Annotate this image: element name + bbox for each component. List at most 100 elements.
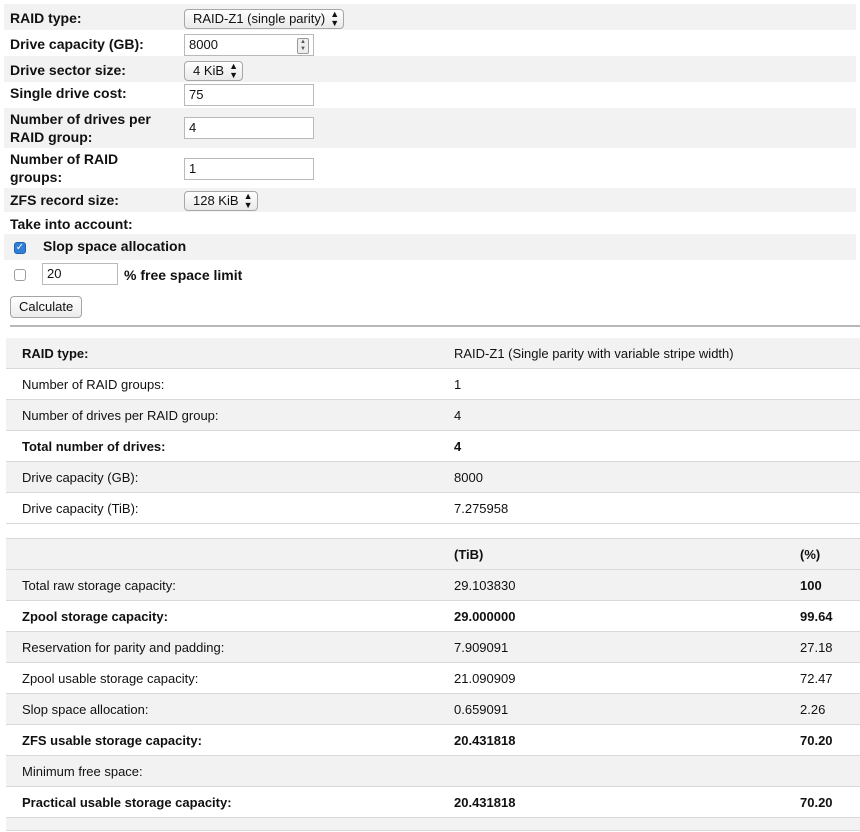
free-space-input[interactable]: 20 <box>42 263 118 285</box>
row-label: Minimum free space: <box>22 764 143 779</box>
take-into-account-row: Take into account: <box>4 212 856 234</box>
table-row: Practical usable storage capacity: 20.431… <box>6 787 860 818</box>
table-row: Total number of drives: 4 <box>6 431 860 462</box>
drives-per-group-label: Number of drives per RAID group: <box>10 111 151 145</box>
table-row: Reservation for parity and padding: 7.909… <box>6 632 860 663</box>
pct-header: (%) <box>800 547 821 562</box>
row-label: Zpool storage capacity: <box>22 609 168 624</box>
table-row: RAID type: RAID-Z1 (Single parity with va… <box>6 338 860 369</box>
raid-groups-input[interactable]: 1 <box>184 158 314 180</box>
table-row: Slop space allocation: 0.659091 2.26 <box>6 694 860 725</box>
row-tib: 7.909091 <box>454 640 509 655</box>
row-label: ZFS usable storage capacity: <box>22 733 202 748</box>
drives-per-group-input[interactable]: 4 <box>184 117 314 139</box>
end-spacer-row <box>6 818 860 831</box>
free-space-label: % free space limit <box>124 267 243 283</box>
row-tib: 21.090909 <box>454 671 516 686</box>
table-row: Zpool usable storage capacity: 21.090909 7… <box>6 663 860 694</box>
capacity-header-row: (TiB) (%) <box>6 539 860 570</box>
drive-capacity-value: 8000 <box>189 37 218 52</box>
row-tib: 0.659091 <box>454 702 509 717</box>
row-label: Drive capacity (TiB): <box>22 501 139 516</box>
stepper-icon[interactable]: ▲ ▼ <box>297 38 309 54</box>
row-pct: 27.18 <box>800 640 833 655</box>
table-row: Number of RAID groups: 1 <box>6 369 860 400</box>
slop-row: ✓ Slop space allocation <box>4 234 856 260</box>
sector-size-value: 4 KiB <box>193 63 225 78</box>
table-row: Drive capacity (TiB): 7.275958 <box>6 493 860 524</box>
row-label: Number of drives per RAID group: <box>22 408 219 423</box>
row-label: Number of RAID groups: <box>22 377 165 392</box>
select-arrows-icon: ▲ ▼ <box>229 61 239 80</box>
results-table: RAID type: RAID-Z1 (Single parity with va… <box>6 338 860 831</box>
row-pct: 2.26 <box>800 702 826 717</box>
select-arrows-icon: ▲ ▼ <box>243 191 253 210</box>
tib-header: (TiB) <box>454 547 484 562</box>
divider <box>10 325 860 327</box>
row-value: 4 <box>454 408 462 423</box>
raid-groups-label: Number of RAID groups: <box>10 151 119 185</box>
take-into-account-label: Take into account: <box>10 216 133 232</box>
row-tib: 29.000000 <box>454 609 516 624</box>
raid-calculator-form: RAID type: RAID-Z1 (single parity) ▲ ▼ Dr… <box>4 4 856 322</box>
row-value: RAID-Z1 (Single parity with variable str… <box>454 346 734 361</box>
drive-cost-row: Single drive cost: 75 <box>4 82 856 108</box>
row-label: Drive capacity (GB): <box>22 470 139 485</box>
table-row: ZFS usable storage capacity: 20.431818 70.… <box>6 725 860 756</box>
spacer-row <box>6 524 860 539</box>
row-pct: 70.20 <box>800 795 833 810</box>
table-row: Minimum free space: <box>6 756 860 787</box>
sector-size-select[interactable]: 4 KiB ▲ ▼ <box>184 61 244 81</box>
record-size-label: ZFS record size: <box>10 192 119 208</box>
slop-label: Slop space allocation <box>43 238 187 254</box>
raid-type-row: RAID type: RAID-Z1 (single parity) ▲ ▼ <box>4 4 856 30</box>
row-value: 4 <box>454 439 462 454</box>
drive-cost-label: Single drive cost: <box>10 85 127 101</box>
drive-capacity-row: Drive capacity (GB): 8000 ▲ ▼ <box>4 30 856 56</box>
row-pct: 99.64 <box>800 609 833 624</box>
sector-size-row: Drive sector size: 4 KiB ▲ ▼ <box>4 56 856 82</box>
raid-type-value: RAID-Z1 (single parity) <box>193 11 326 26</box>
row-pct: 72.47 <box>800 671 833 686</box>
row-value: 7.275958 <box>454 501 509 516</box>
row-label: Total raw storage capacity: <box>22 578 176 593</box>
row-pct: 100 <box>800 578 822 593</box>
record-size-value: 128 KiB <box>193 193 239 208</box>
free-space-checkbox[interactable] <box>14 269 26 281</box>
free-space-value: 20 <box>47 266 62 281</box>
row-tib: 29.103830 <box>454 578 516 593</box>
raid-groups-row: Number of RAID groups: 1 <box>4 148 856 188</box>
raid-type-label: RAID type: <box>10 10 82 26</box>
drive-cost-input[interactable]: 75 <box>184 84 314 106</box>
record-size-row: ZFS record size: 128 KiB ▲ ▼ <box>4 188 856 212</box>
drive-capacity-input[interactable]: 8000 ▲ ▼ <box>184 34 314 56</box>
row-label: Practical usable storage capacity: <box>22 795 232 810</box>
drives-per-group-value: 4 <box>189 120 197 135</box>
select-arrows-icon: ▲ ▼ <box>330 9 340 28</box>
table-row: Total raw storage capacity: 29.103830 100 <box>6 570 860 601</box>
table-row: Drive capacity (GB): 8000 <box>6 462 860 493</box>
free-space-row: 20 % free space limit <box>4 260 856 290</box>
row-tib: 20.431818 <box>454 795 516 810</box>
table-row: Zpool storage capacity: 29.000000 99.64 <box>6 601 860 632</box>
sector-size-label: Drive sector size: <box>10 62 126 78</box>
row-value: 8000 <box>454 470 483 485</box>
row-label: Reservation for parity and padding: <box>22 640 225 655</box>
drive-cost-value: 75 <box>189 87 204 102</box>
row-tib: 20.431818 <box>454 733 516 748</box>
calculate-row: Calculate <box>4 296 856 322</box>
record-size-select[interactable]: 128 KiB ▲ ▼ <box>184 191 258 211</box>
slop-checkbox[interactable]: ✓ <box>14 242 26 254</box>
drive-capacity-label: Drive capacity (GB): <box>10 36 144 52</box>
table-row: Number of drives per RAID group: 4 <box>6 400 860 431</box>
row-label: Slop space allocation: <box>22 702 149 717</box>
row-label: Zpool usable storage capacity: <box>22 671 199 686</box>
row-label: Total number of drives: <box>22 439 166 454</box>
calculate-button[interactable]: Calculate <box>10 296 83 318</box>
raid-groups-value: 1 <box>189 161 197 176</box>
row-label: RAID type: <box>22 346 89 361</box>
row-value: 1 <box>454 377 462 392</box>
raid-type-select[interactable]: RAID-Z1 (single parity) ▲ ▼ <box>184 9 345 29</box>
row-pct: 70.20 <box>800 733 833 748</box>
drives-per-group-row: Number of drives per RAID group: 4 <box>4 108 856 148</box>
